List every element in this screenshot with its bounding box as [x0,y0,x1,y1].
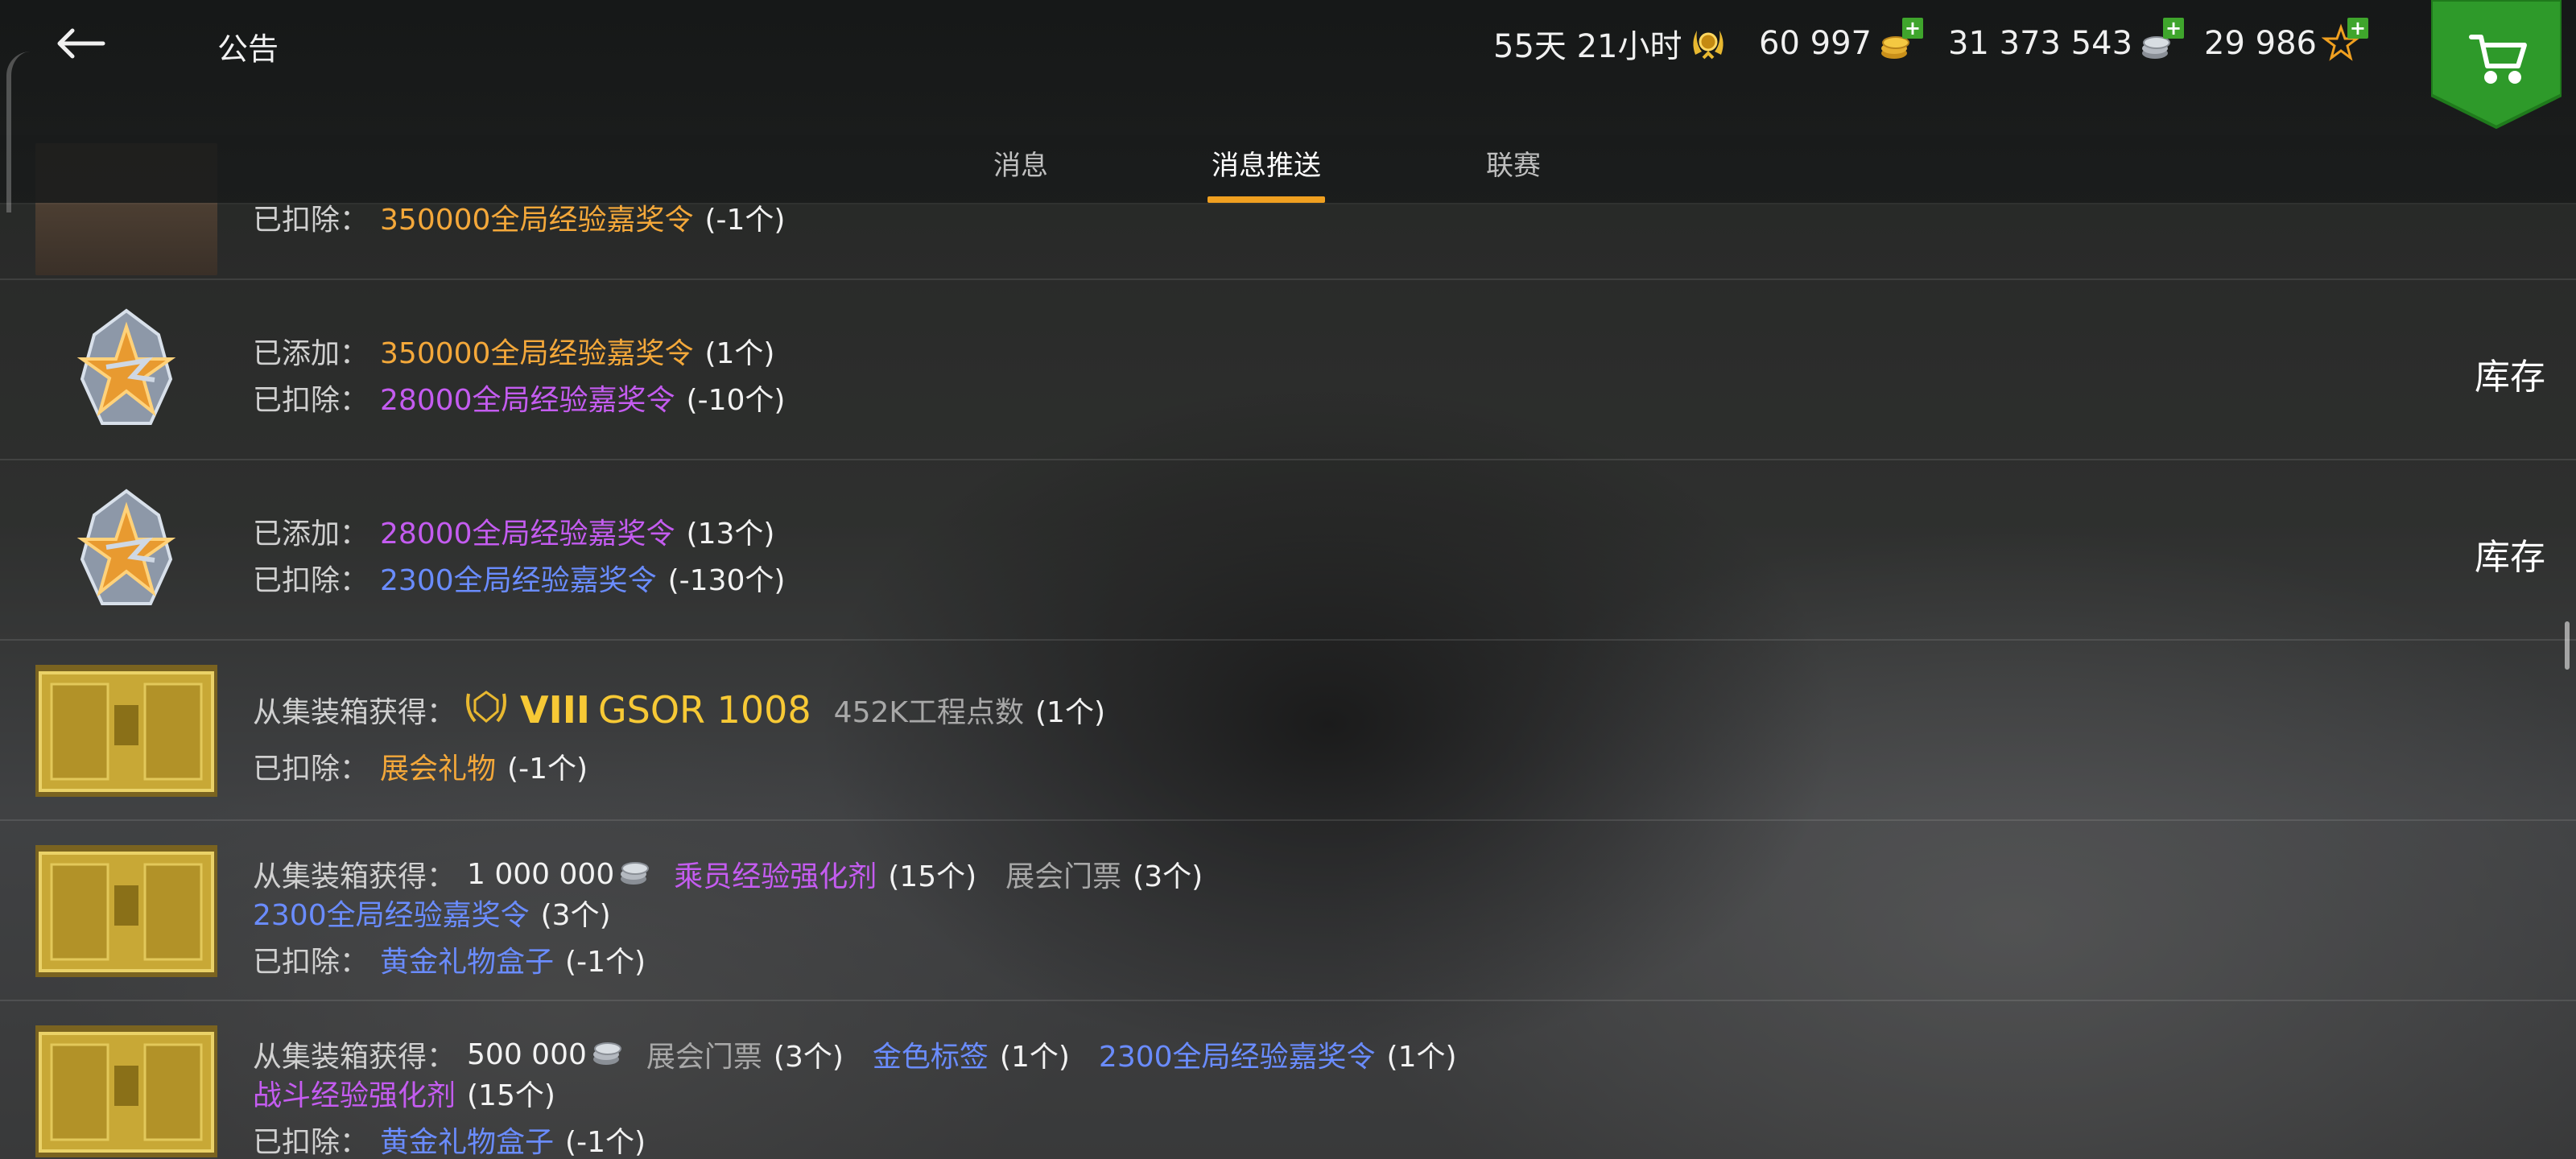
page-title: 公告 [217,31,279,67]
silver-coins-icon: + [2137,18,2185,64]
list-item: 已添加： 350000全局经验嘉奖令 (1个) 已扣除： 28000全局经验嘉奖… [0,280,2576,460]
tab-push-messages[interactable]: 消息推送 [1212,143,1321,183]
item-line: 从集装箱获得： VIII GSOR 1008 452K工程点数 (1个) [253,686,1117,733]
item-line: 从集装箱获得： 500 000 展会门票 (3个) 金色标签 (1个) 2300… [253,1033,1468,1075]
item-line: 2300全局经验嘉奖令 (3个) [253,899,611,932]
premium-laurel-icon [1687,23,1729,64]
free-xp-star-icon: + [2321,18,2368,64]
item-line: 已扣除： 展会礼物 (-1个) [253,753,588,786]
inventory-button[interactable]: 库存 [2475,528,2545,580]
premium-time-counter[interactable]: 55天 21小时 [1493,21,1729,66]
item-line: 从集装箱获得： 1 000 000 乘员经验强化剂 (15个) 展会门票 (3个… [253,853,1214,895]
gold-counter[interactable]: 60 997 + [1759,18,1923,66]
add-silver-plus-icon[interactable]: + [2163,18,2185,39]
tank-name: GSOR 1008 [597,687,811,732]
container-crate-icon [35,845,217,977]
back-button[interactable] [48,18,113,69]
silver-counter[interactable]: 31 373 543 + [1948,18,2185,66]
tab-bar: 消息 消息推送 联赛 [0,129,2576,203]
shop-cart-button[interactable] [2429,0,2563,130]
item-line: 已扣除： 黄金礼物盒子 (-1个) [253,1126,646,1159]
star-badge-icon [35,483,217,615]
item-line: 已扣除： 28000全局经验嘉奖令 (-10个) [253,384,786,417]
container-crate-icon [35,665,217,797]
add-free-xp-plus-icon[interactable]: + [2347,18,2368,39]
tank-class-icon [464,686,509,733]
tab-league[interactable]: 联赛 [1486,143,1541,183]
side-scroll-indicator [6,52,32,212]
item-line: 已添加： 28000全局经验嘉奖令 (13个) [253,518,775,551]
free-xp-value: 29 986 [2204,25,2317,62]
silver-coins-icon [617,855,653,894]
tank-tier: VIII [520,687,590,732]
list-scrollbar[interactable] [2565,621,2570,670]
list-item: 从集装箱获得： 500 000 展会门票 (3个) 金色标签 (1个) 2300… [0,1001,2576,1159]
arrow-left-icon [57,28,105,59]
active-tab-indicator [1208,196,1325,203]
gold-coins-icon: + [1876,18,1923,64]
item-line: 战斗经验强化剂 (15个) [253,1079,555,1112]
premium-time-value: 55天 21小时 [1493,28,1682,65]
container-crate-icon [35,1025,217,1157]
inventory-button[interactable]: 库存 [2475,348,2545,399]
item-line: 已添加： 350000全局经验嘉奖令 (1个) [253,337,775,370]
top-bar: 公告 55天 21小时 60 997 + 31 373 543 + 29 986… [0,0,2576,203]
notification-list[interactable]: 已扣除： 350000全局经验嘉奖令 (-1个) 已添加： 350000全局经验… [0,135,2576,1159]
add-gold-plus-icon[interactable]: + [1901,18,1923,39]
list-item: 从集装箱获得： 1 000 000 乘员经验强化剂 (15个) 展会门票 (3个… [0,821,2576,1001]
tab-messages[interactable]: 消息 [993,143,1048,183]
silver-coins-icon [590,1035,625,1074]
star-badge-icon [35,303,217,435]
list-item: 已添加： 28000全局经验嘉奖令 (13个) 已扣除： 2300全局经验嘉奖令… [0,460,2576,641]
gold-value: 60 997 [1759,25,1872,62]
item-line: 已扣除： 2300全局经验嘉奖令 (-130个) [253,564,786,597]
item-line: 已扣除： 黄金礼物盒子 (-1个) [253,946,646,979]
free-xp-counter[interactable]: 29 986 + [2204,18,2368,66]
list-item: 从集装箱获得： VIII GSOR 1008 452K工程点数 (1个) 已扣除… [0,641,2576,821]
silver-value: 31 373 543 [1948,25,2133,62]
